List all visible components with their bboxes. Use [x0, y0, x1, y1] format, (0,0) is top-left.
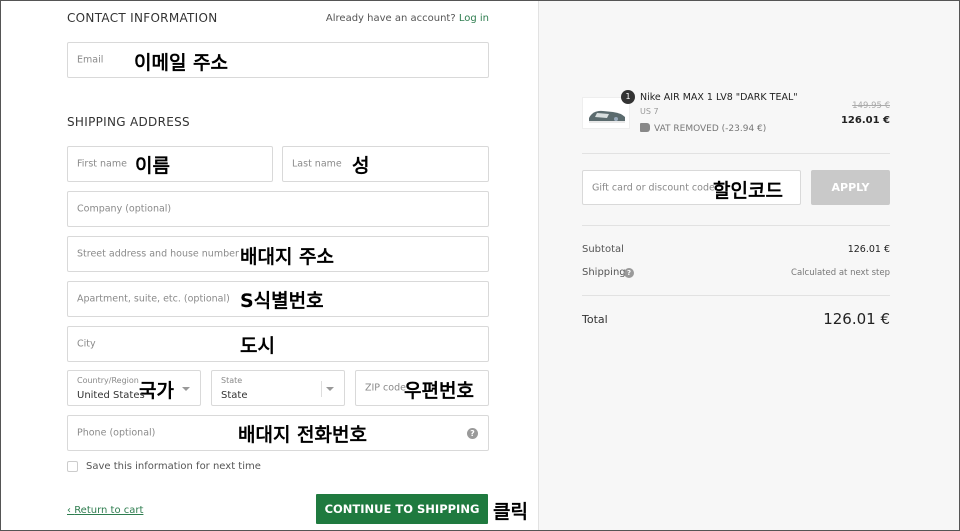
- apartment-annotation: S식별번호: [240, 290, 324, 312]
- zip-annotation: 우편번호: [404, 380, 474, 402]
- save-info-checkbox[interactable]: [67, 461, 78, 472]
- state-label: State: [221, 376, 243, 385]
- divider: [582, 225, 890, 226]
- company-field[interactable]: Company (optional): [67, 191, 489, 227]
- last-name-placeholder: Last name: [292, 158, 342, 170]
- company-placeholder: Company (optional): [77, 203, 172, 215]
- apply-discount-button[interactable]: APPLY: [811, 170, 890, 205]
- subtotal-label: Subtotal: [582, 244, 624, 255]
- state-select[interactable]: State State: [211, 370, 345, 406]
- phone-placeholder: Phone (optional): [77, 427, 156, 439]
- country-value: United States: [77, 390, 145, 401]
- login-prompt: Already have an account? Log in: [326, 13, 489, 24]
- chevron-down-icon: [182, 387, 190, 391]
- order-summary-panel: [538, 0, 960, 531]
- original-price: 149.95 €: [852, 101, 890, 111]
- phone-annotation: 배대지 전화번호: [238, 424, 367, 446]
- email-annotation: 이메일 주소: [134, 52, 229, 74]
- shipping-cost-value: Calculated at next step: [791, 268, 890, 278]
- apartment-placeholder: Apartment, suite, etc. (optional): [77, 293, 230, 305]
- checkout-form-panel: CONTACT INFORMATION Already have an acco…: [0, 0, 538, 531]
- total-label: Total: [582, 313, 608, 326]
- shipping-section-title: SHIPPING ADDRESS: [67, 115, 190, 129]
- divider: [582, 153, 890, 154]
- divider: [582, 295, 890, 296]
- login-link[interactable]: Log in: [459, 13, 489, 24]
- product-name: Nike AIR MAX 1 LV8 "DARK TEAL": [640, 92, 798, 103]
- street-annotation: 배대지 주소: [240, 246, 335, 268]
- street-placeholder: Street address and house number: [77, 248, 239, 260]
- continue-annotation: 클릭: [493, 501, 528, 523]
- city-field[interactable]: City: [67, 326, 489, 362]
- contact-section-title: CONTACT INFORMATION: [67, 11, 218, 25]
- country-annotation: 국가: [139, 380, 174, 402]
- return-to-cart-link[interactable]: ‹ Return to cart: [67, 505, 143, 516]
- question-circle-icon[interactable]: ?: [624, 268, 634, 278]
- first-name-placeholder: First name: [77, 158, 127, 170]
- first-name-annotation: 이름: [135, 155, 170, 177]
- last-name-annotation: 성: [352, 155, 370, 177]
- shipping-cost-label: Shipping: [582, 267, 626, 278]
- have-account-text: Already have an account?: [325, 13, 456, 24]
- product-price: 126.01 €: [840, 115, 890, 126]
- country-select[interactable]: Country/Region United States: [67, 370, 201, 406]
- chevron-down-icon: [326, 387, 334, 391]
- first-name-field[interactable]: First name: [67, 146, 273, 182]
- subtotal-value: 126.01 €: [847, 244, 890, 255]
- email-placeholder: Email: [77, 54, 104, 66]
- state-value: State: [221, 390, 248, 401]
- last-name-field[interactable]: Last name: [282, 146, 489, 182]
- total-value: 126.01 €: [823, 310, 890, 328]
- select-divider: [321, 381, 322, 397]
- zip-placeholder: ZIP code: [365, 382, 406, 394]
- discount-placeholder: Gift card or discount code: [592, 182, 715, 193]
- continue-to-shipping-button[interactable]: CONTINUE TO SHIPPING: [316, 494, 488, 524]
- save-info-label: Save this information for next time: [86, 461, 261, 472]
- product-size: US 7: [640, 107, 659, 116]
- city-annotation: 도시: [240, 335, 275, 357]
- email-field[interactable]: Email: [67, 42, 489, 78]
- discount-annotation: 할인코드: [713, 180, 783, 202]
- return-to-cart-label: Return to cart: [74, 505, 144, 516]
- question-circle-icon[interactable]: ?: [467, 428, 478, 439]
- country-label: Country/Region: [77, 376, 139, 385]
- city-placeholder: City: [77, 338, 96, 350]
- tag-icon: [640, 123, 650, 132]
- quantity-badge: 1: [621, 90, 635, 104]
- vat-removed-note: VAT REMOVED (-23.94 €): [654, 124, 767, 134]
